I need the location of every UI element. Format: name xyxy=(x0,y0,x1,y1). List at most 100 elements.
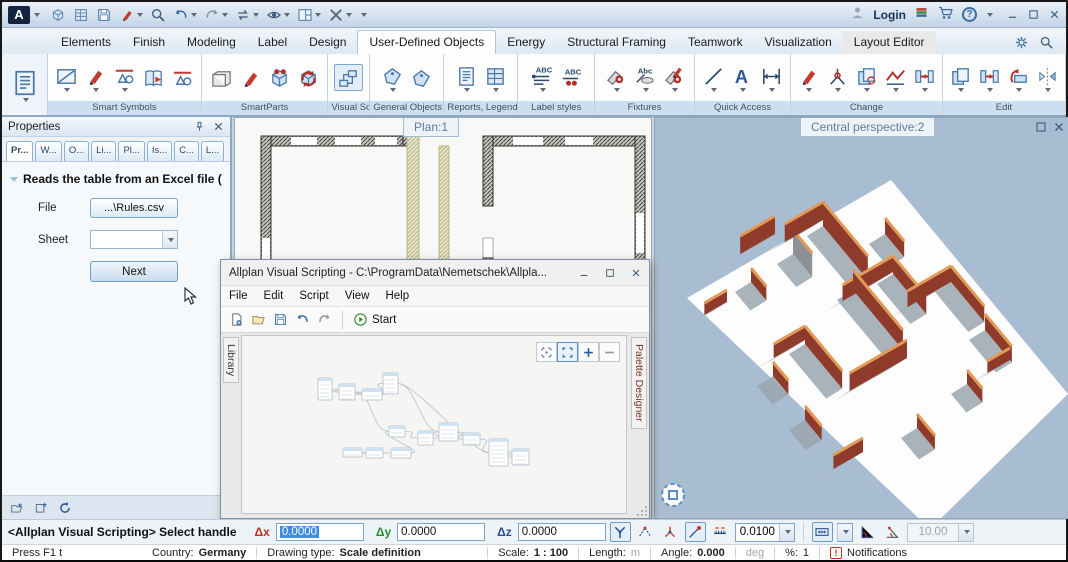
polyline-icon[interactable] xyxy=(882,63,909,92)
next-button[interactable]: Next xyxy=(90,261,178,282)
wall-offset-icon[interactable] xyxy=(911,63,938,92)
perspective-viewport-label[interactable]: Central perspective:2 xyxy=(800,118,935,137)
copy-icon[interactable] xyxy=(947,63,974,92)
navigation-compass-icon[interactable] xyxy=(660,482,686,508)
ptab-o[interactable]: O... xyxy=(64,141,89,161)
fence-filter-icon[interactable] xyxy=(812,522,833,542)
help-caret-icon[interactable] xyxy=(987,13,993,17)
viewport-maximize-icon[interactable] xyxy=(1035,121,1047,133)
tab-finish[interactable]: Finish xyxy=(122,31,176,54)
ptab-pl[interactable]: Pl... xyxy=(118,141,144,161)
vs-redo-icon[interactable] xyxy=(317,312,332,327)
fence-filter-dropdown[interactable] xyxy=(837,523,853,542)
line-tool-icon[interactable] xyxy=(700,63,727,92)
perspective-viewport[interactable]: Central perspective:2 xyxy=(654,117,1068,519)
vs-library-tab[interactable]: Library xyxy=(223,337,239,383)
allplan-connect-icon[interactable] xyxy=(914,5,929,25)
point-snap-icon[interactable] xyxy=(685,522,706,542)
tab-visualization[interactable]: Visualization xyxy=(754,31,843,54)
restore-button[interactable] xyxy=(1028,9,1039,20)
save-favorite-icon[interactable] xyxy=(34,501,48,515)
scale-segment[interactable]: Scale:1 : 100 xyxy=(488,547,578,559)
angle-snap-icon[interactable] xyxy=(882,522,903,542)
track-point-icon[interactable] xyxy=(635,522,656,542)
visual-scripting-window[interactable]: Allplan Visual Scripting - C:\ProgramDat… xyxy=(220,259,650,519)
tab-structural-framing[interactable]: Structural Framing xyxy=(556,31,677,54)
vs-menu-file[interactable]: File xyxy=(221,287,256,305)
load-favorite-icon[interactable] xyxy=(10,501,24,515)
qat-more-icon[interactable] xyxy=(357,12,369,18)
ptab-l[interactable]: L... xyxy=(201,141,224,161)
abc-dots-icon[interactable]: ABC xyxy=(557,65,584,90)
angle-segment[interactable]: Angle:0.000 xyxy=(651,547,735,559)
delta-z-input[interactable]: 0.0000 xyxy=(518,523,606,541)
notifications-button[interactable]: ! Notifications xyxy=(820,547,917,559)
rotate-icon[interactable] xyxy=(1005,63,1032,92)
vs-resize-grip[interactable] xyxy=(636,505,648,517)
legend-doc-icon[interactable] xyxy=(482,63,509,92)
vs-menu-edit[interactable]: Edit xyxy=(256,287,292,305)
vs-start-button[interactable]: Start xyxy=(353,312,396,327)
viewport-close-icon[interactable] xyxy=(1053,121,1065,133)
hatched-box-icon[interactable] xyxy=(53,63,80,92)
vs-minimize-button[interactable] xyxy=(579,268,589,278)
track-line-icon[interactable] xyxy=(660,522,681,542)
track-tracing-icon[interactable] xyxy=(610,522,631,542)
ptab-is[interactable]: Is... xyxy=(147,141,172,161)
zoom-fit-selection-button[interactable] xyxy=(536,342,557,362)
drawing-type-segment[interactable]: Drawing type:Scale definition xyxy=(257,547,487,559)
abc-line-icon[interactable]: ABC xyxy=(528,63,555,92)
percent-segment[interactable]: %:1 xyxy=(775,547,819,559)
zoom-icon[interactable] xyxy=(148,6,168,24)
shop-cart-icon[interactable] xyxy=(937,4,954,26)
tag-icon[interactable] xyxy=(379,63,406,92)
vs-close-button[interactable] xyxy=(631,268,641,278)
section-header[interactable]: Reads the table from an Excel file (*.cs xyxy=(10,172,222,186)
balance-scale-icon[interactable] xyxy=(111,63,138,92)
sheet-select[interactable] xyxy=(90,230,178,249)
vs-title-bar[interactable]: Allplan Visual Scripting - C:\ProgramDat… xyxy=(221,260,649,285)
undo-icon[interactable] xyxy=(171,6,199,24)
report-doc-icon[interactable] xyxy=(453,63,480,92)
ptab-c[interactable]: C... xyxy=(174,141,199,161)
tab-teamwork[interactable]: Teamwork xyxy=(677,31,754,54)
pipe-gear-icon[interactable] xyxy=(602,63,629,92)
coordinate-ruler-icon[interactable] xyxy=(710,522,731,542)
ptab-properties[interactable]: Pr... xyxy=(6,141,33,161)
allplan-logo[interactable]: A xyxy=(8,6,30,24)
ptab-li[interactable]: Li... xyxy=(91,141,116,161)
tag-list-icon[interactable] xyxy=(408,65,435,90)
cube-pins-icon[interactable] xyxy=(266,65,293,90)
mirror-icon[interactable] xyxy=(1034,63,1061,92)
tools-icon[interactable] xyxy=(326,6,354,24)
login-button[interactable]: Login xyxy=(873,8,906,22)
ribbon-search-icon[interactable] xyxy=(1039,35,1054,50)
file-button[interactable]: ...\Rules.csv xyxy=(90,198,178,218)
tab-modeling[interactable]: Modeling xyxy=(176,31,247,54)
catalog-sync-book-icon[interactable] xyxy=(140,65,167,90)
tab-elements[interactable]: Elements xyxy=(50,31,122,54)
delta-y-input[interactable]: 0.0000 xyxy=(397,523,485,541)
vs-menu-view[interactable]: View xyxy=(337,287,378,305)
modify-pencil-icon[interactable] xyxy=(795,63,822,92)
folder-3d-icon[interactable] xyxy=(208,65,235,90)
edit-node-icon[interactable] xyxy=(824,63,851,92)
zoom-fit-button[interactable] xyxy=(557,342,578,362)
save-icon[interactable] xyxy=(94,6,114,24)
table-icon[interactable] xyxy=(71,6,91,24)
edit-icon[interactable] xyxy=(117,6,145,24)
plan-viewport-label[interactable]: Plan:1 xyxy=(403,118,459,137)
logo-caret-icon[interactable] xyxy=(34,13,40,17)
move-icon[interactable] xyxy=(976,63,1003,92)
tab-layout-editor[interactable]: Layout Editor xyxy=(843,31,936,54)
cube-sync-icon[interactable] xyxy=(295,65,322,90)
visual-scripting-flowchart-icon[interactable] xyxy=(334,64,363,91)
zoom-out-button[interactable] xyxy=(599,342,620,362)
balance-icon[interactable] xyxy=(169,65,196,90)
objects-big-button[interactable] xyxy=(2,54,48,115)
redo-icon[interactable] xyxy=(202,6,230,24)
vs-menu-help[interactable]: Help xyxy=(377,287,417,305)
repeat-icon[interactable] xyxy=(233,6,261,24)
tab-user-defined-objects[interactable]: User-Defined Objects xyxy=(357,30,496,54)
vs-save-icon[interactable] xyxy=(273,312,288,327)
